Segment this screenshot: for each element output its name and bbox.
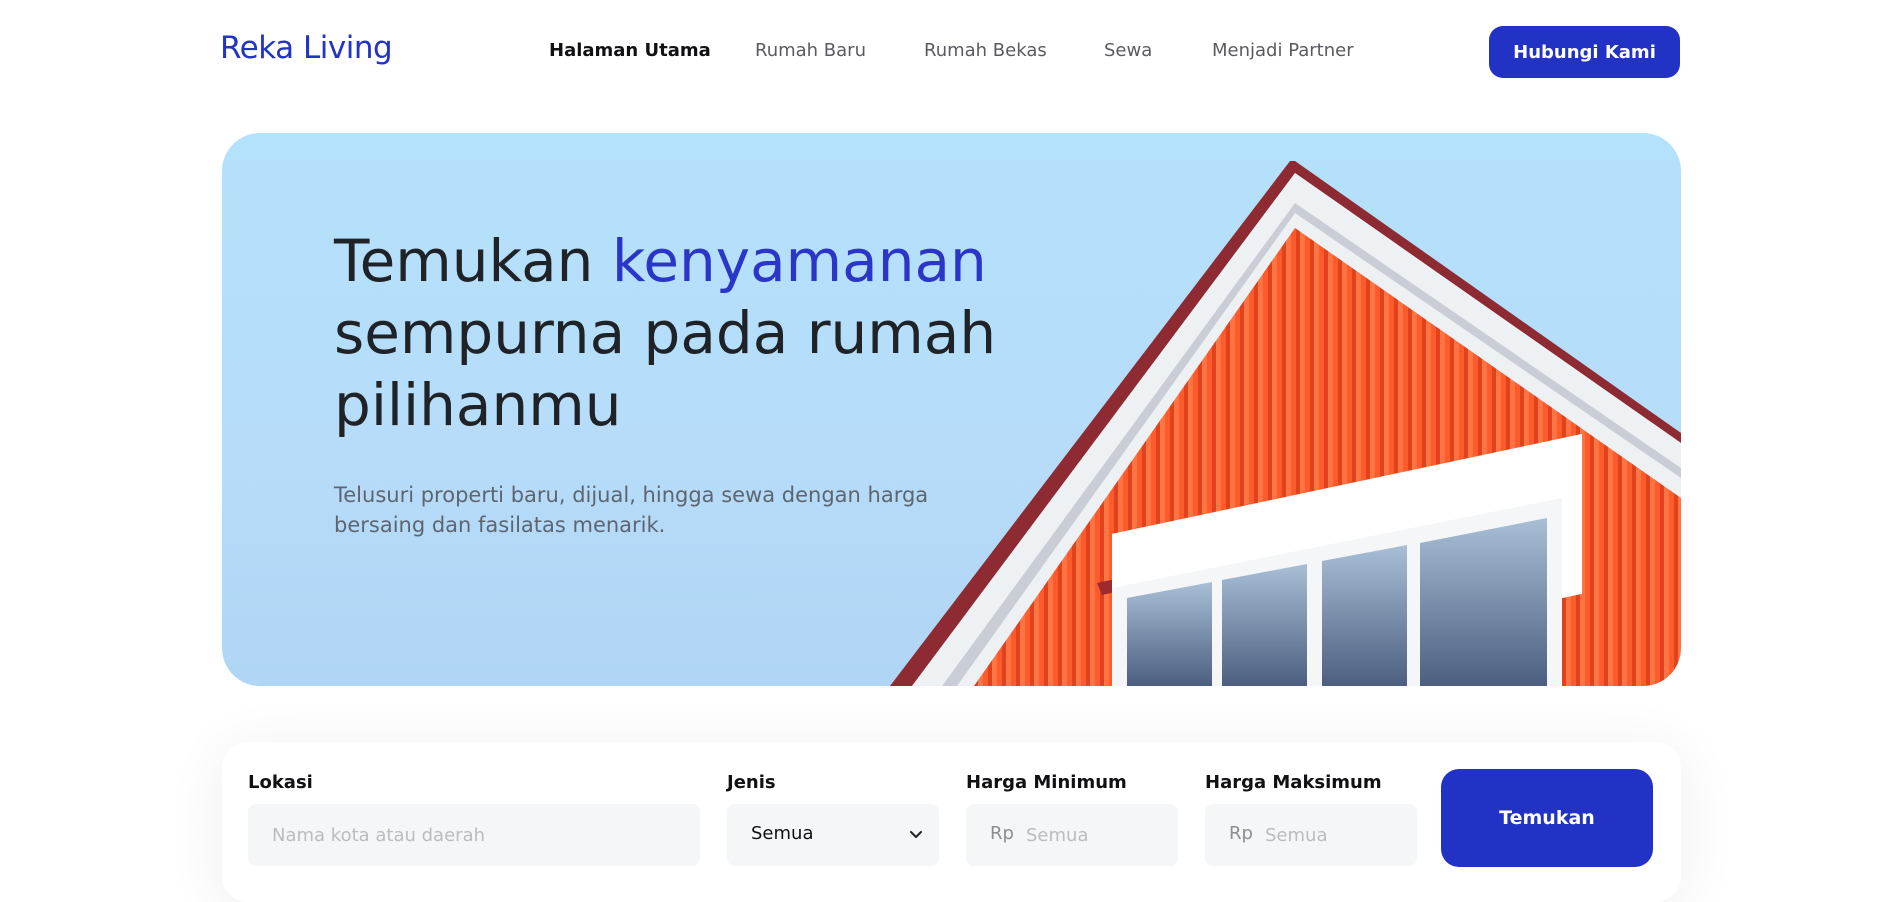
hero-heading-line2: sempurna pada rumah bbox=[334, 299, 997, 367]
hero-subtitle: Telusuri properti baru, dijual, hingga s… bbox=[334, 483, 929, 537]
min-price-currency: Rp bbox=[990, 823, 1014, 844]
contact-button[interactable]: Hubungi Kami bbox=[1489, 26, 1680, 78]
hero-heading: Temukan kenyamanan sempurna pada rumah p… bbox=[334, 225, 1014, 441]
property-search-panel: Lokasi Jenis Semua Harga Minimum Rp Harg… bbox=[222, 742, 1681, 902]
nav-item-home[interactable]: Halaman Utama bbox=[549, 40, 711, 61]
min-price-field: Rp bbox=[966, 804, 1178, 866]
search-submit-button[interactable]: Temukan bbox=[1441, 769, 1653, 867]
nav-item-partner[interactable]: Menjadi Partner bbox=[1212, 40, 1354, 61]
hero-heading-line3: pilihanmu bbox=[334, 371, 622, 439]
location-input[interactable] bbox=[248, 804, 700, 866]
hero-banner: Temukan kenyamanan sempurna pada rumah p… bbox=[222, 133, 1681, 686]
nav-item-new-homes[interactable]: Rumah Baru bbox=[755, 40, 866, 61]
location-label: Lokasi bbox=[248, 772, 313, 793]
max-price-field: Rp bbox=[1205, 804, 1417, 866]
max-price-currency: Rp bbox=[1229, 823, 1253, 844]
nav-item-used-homes[interactable]: Rumah Bekas bbox=[924, 40, 1047, 61]
hero-heading-accent: kenyamanan bbox=[611, 227, 987, 295]
hero-heading-prefix: Temukan bbox=[334, 227, 612, 295]
max-price-label: Harga Maksimum bbox=[1205, 772, 1382, 793]
site-header: Reka Living Halaman Utama Rumah Baru Rum… bbox=[0, 0, 1897, 104]
nav-item-rent[interactable]: Sewa bbox=[1104, 40, 1152, 61]
type-select[interactable]: Semua bbox=[727, 804, 939, 866]
type-select-value: Semua bbox=[751, 823, 814, 844]
min-price-label: Harga Minimum bbox=[966, 772, 1127, 793]
location-field bbox=[248, 804, 700, 866]
chevron-down-icon bbox=[910, 831, 922, 838]
type-label: Jenis bbox=[727, 772, 776, 793]
